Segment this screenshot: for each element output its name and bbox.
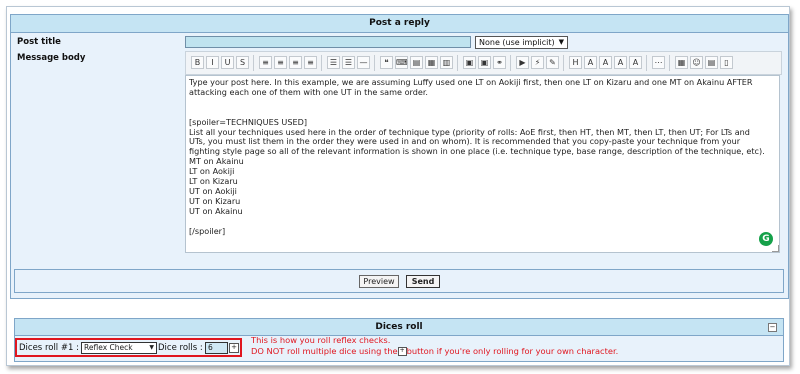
- strike-icon[interactable]: S: [236, 56, 249, 69]
- separator-icon[interactable]: ⋯: [652, 56, 665, 69]
- date-icon[interactable]: ▦: [675, 56, 688, 69]
- font-face-icon[interactable]: A: [599, 56, 612, 69]
- post-icon-select[interactable]: None (use implicit) ▼: [475, 36, 568, 49]
- toolbar-separator: [253, 55, 254, 71]
- grammarly-icon[interactable]: G: [759, 232, 773, 246]
- toolbar-separator: [563, 55, 564, 71]
- youtube-icon[interactable]: ▶: [516, 56, 529, 69]
- font-size-icon[interactable]: A: [584, 56, 597, 69]
- toolbar-separator: [321, 55, 322, 71]
- post-title-label: Post title: [17, 37, 61, 47]
- gallery-icon[interactable]: ▣: [478, 56, 491, 69]
- quote-icon[interactable]: ❝: [380, 56, 393, 69]
- numbered-list-icon[interactable]: ☰: [342, 56, 355, 69]
- post-reply-header: Post a reply: [11, 15, 788, 33]
- source-icon[interactable]: ▯: [720, 56, 733, 69]
- note-line-2-start: DO NOT roll multiple dice using the: [251, 346, 398, 356]
- paste-icon[interactable]: ▤: [705, 56, 718, 69]
- heading-icon[interactable]: H: [569, 56, 582, 69]
- message-body-text: Type your post here. In this example, we…: [189, 77, 765, 236]
- plus-icon: +: [397, 347, 407, 356]
- note-line-2: DO NOT roll multiple dice using the + butt…: [251, 346, 618, 356]
- toolbar-separator: [457, 55, 458, 71]
- toolbar-separator: [510, 55, 511, 71]
- clear-format-icon[interactable]: A: [629, 56, 642, 69]
- color-icon[interactable]: A: [614, 56, 627, 69]
- bold-icon[interactable]: B: [191, 56, 204, 69]
- table-icon[interactable]: ▥: [440, 56, 453, 69]
- message-body-label: Message body: [17, 53, 86, 63]
- image-icon[interactable]: ▣: [463, 56, 476, 69]
- underline-icon[interactable]: U: [221, 56, 234, 69]
- toolbar-separator: [374, 55, 375, 71]
- hide-icon[interactable]: ▦: [425, 56, 438, 69]
- send-button[interactable]: Send: [406, 275, 440, 288]
- post-icon-select-value: None (use implicit): [479, 38, 555, 47]
- collapse-icon[interactable]: −: [768, 323, 777, 332]
- eraser-icon[interactable]: ✎: [546, 56, 559, 69]
- align-right-icon[interactable]: ≡: [289, 56, 302, 69]
- flash-icon[interactable]: ⚡: [531, 56, 544, 69]
- link-icon[interactable]: ⚭: [493, 56, 506, 69]
- spoiler-icon[interactable]: ▤: [410, 56, 423, 69]
- submit-bar: [14, 269, 784, 293]
- toolbar-separator: [669, 55, 670, 71]
- bullet-list-icon[interactable]: ☰: [327, 56, 340, 69]
- toolbar-separator: [646, 55, 647, 71]
- align-center-icon[interactable]: ≡: [274, 56, 287, 69]
- preview-button[interactable]: Preview: [359, 275, 399, 288]
- chevron-down-icon: ▼: [558, 38, 564, 46]
- code-icon[interactable]: ⌨: [395, 56, 408, 69]
- justify-icon[interactable]: ≡: [304, 56, 317, 69]
- dice-roll-header: Dices roll: [15, 319, 783, 336]
- message-body-textarea[interactable]: Type your post here. In this example, we…: [185, 75, 780, 253]
- dice-highlight-box: [15, 338, 242, 357]
- note-line-2-end: button if you're only rolling for your o…: [406, 346, 619, 356]
- italic-icon[interactable]: I: [206, 56, 219, 69]
- resize-handle-icon[interactable]: [772, 245, 779, 252]
- emoticon-icon[interactable]: ☺: [690, 56, 703, 69]
- note-line-1: This is how you roll reflex checks.: [251, 335, 391, 345]
- align-left-icon[interactable]: ≡: [259, 56, 272, 69]
- post-title-input[interactable]: [185, 36, 471, 48]
- horizontal-rule-icon[interactable]: —: [357, 56, 370, 69]
- editor-toolbar: B I U S ≡ ≡ ≡ ≡ ☰ ☰ — ❝ ⌨ ▤ ▦ ▥ ▣ ▣ ⚭ ▶ ⚡ ✎ H A A A A ⋯ ▦ ☺ ▤ ▯: [185, 51, 782, 75]
